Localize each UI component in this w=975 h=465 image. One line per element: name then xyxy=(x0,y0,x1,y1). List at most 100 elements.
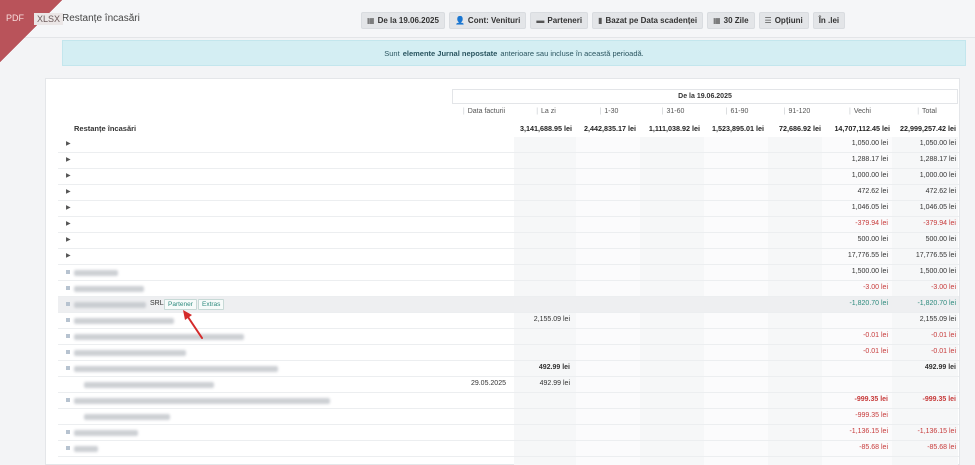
cell-current: 2,155.09 lei xyxy=(533,316,570,323)
table-row[interactable]: ▶ 1,046.05 lei 1,046.05 lei xyxy=(58,201,959,217)
table-row[interactable]: 492.99 lei 492.99 lei xyxy=(58,361,959,377)
banner-suffix: anterioare sau incluse în această perioa… xyxy=(500,48,644,58)
cell-invoice-date: 29.05.2025 xyxy=(470,380,506,387)
partners-filter-button[interactable]: ▬ Parteneri xyxy=(530,12,589,29)
table-row[interactable]: -3.00 lei -3.00 lei xyxy=(58,281,959,297)
total-91-120: 72,686.92 lei xyxy=(779,124,821,133)
cell-total: 1,000.00 lei xyxy=(919,172,956,179)
expand-caret-icon[interactable]: ▶ xyxy=(66,204,71,211)
row-bullet xyxy=(66,270,70,274)
table-row[interactable]: 1,500.00 lei 1,500.00 lei xyxy=(58,265,959,281)
total-61-90: 1,523,895.01 lei xyxy=(712,124,764,133)
redacted-partner-name xyxy=(74,446,98,452)
cell-older: 472.62 lei xyxy=(857,188,888,195)
table-row[interactable]: -999.35 lei xyxy=(58,409,959,425)
cell-older: 1,046.05 lei xyxy=(851,204,888,211)
cell-total: -3.00 lei xyxy=(931,284,956,291)
due-date-basis-button[interactable]: ▮ Bazat pe Data scadenței xyxy=(592,12,704,29)
calendar-icon: ▦ xyxy=(367,16,375,25)
col-header-1-30[interactable]: | 1-30 xyxy=(578,108,640,118)
expand-caret-icon[interactable]: ▶ xyxy=(66,140,71,147)
total-current: 3,141,688.95 lei xyxy=(520,124,572,133)
table-row[interactable]: 29.05.2025 492.99 lei xyxy=(58,377,959,393)
period-days-label: 30 Zile xyxy=(723,16,749,25)
table-row[interactable]: -1,136.15 lei -1,136.15 lei xyxy=(58,425,959,441)
cell-older: -0.01 lei xyxy=(863,348,888,355)
options-button[interactable]: ☰ Opțiuni xyxy=(758,12,809,29)
xlsx-button[interactable]: XLSX xyxy=(34,13,64,25)
unposted-entries-banner: Sunt elemente Jurnal nepostate anterioar… xyxy=(62,40,966,66)
row-bullet xyxy=(66,366,70,370)
table-row[interactable]: ▶ 17,776.55 lei 17,776.55 lei xyxy=(58,249,959,265)
row-bullet xyxy=(66,398,70,402)
col-header-current[interactable]: | La zi xyxy=(516,108,576,118)
col-header-91-120[interactable]: | 91-120 xyxy=(770,108,824,118)
cell-older: -999.35 lei xyxy=(855,412,888,419)
calendar-icon: ▦ xyxy=(713,16,721,25)
cell-total: 1,500.00 lei xyxy=(919,268,956,275)
expand-caret-icon[interactable]: ▶ xyxy=(66,188,71,195)
cell-older: -3.00 lei xyxy=(863,284,888,291)
expand-caret-icon[interactable]: ▶ xyxy=(66,156,71,163)
col-header-total[interactable]: | Total xyxy=(896,108,958,118)
extras-button[interactable]: Extras xyxy=(198,299,225,310)
table-row[interactable]: ▶ 500.00 lei 500.00 lei xyxy=(58,233,959,249)
cell-total: 1,050.00 lei xyxy=(919,140,956,147)
table-row[interactable]: -0.01 lei -0.01 lei xyxy=(58,345,959,361)
row-bullet xyxy=(66,430,70,434)
banner-link[interactable]: elemente Jurnal nepostate xyxy=(403,49,498,58)
expand-caret-icon[interactable]: ▶ xyxy=(66,252,71,259)
redacted-partner-name xyxy=(74,302,146,308)
expand-caret-icon[interactable]: ▶ xyxy=(66,172,71,179)
cell-older: 1,000.00 lei xyxy=(851,172,888,179)
redacted-partner-name xyxy=(74,398,330,404)
date-filter-label: De la 19.06.2025 xyxy=(377,16,439,25)
totals-label: Restanțe încasări xyxy=(74,124,137,133)
col-header-older[interactable]: | Vechi xyxy=(826,108,894,118)
currency-label: În .lei xyxy=(818,16,840,25)
table-row[interactable]: ▶ 1,288.17 lei 1,288.17 lei xyxy=(58,153,959,169)
account-filter-button[interactable]: 👤 Cont: Venituri xyxy=(448,12,527,29)
row-bullet xyxy=(66,318,70,322)
partner-button[interactable]: Partener xyxy=(164,299,197,310)
col-header-61-90[interactable]: | 61-90 xyxy=(706,108,768,118)
cell-total: 492.99 lei xyxy=(924,364,956,371)
cell-total: 500.00 lei xyxy=(925,236,956,243)
cell-older: 17,776.55 lei xyxy=(847,252,888,259)
cell-total: 17,776.55 lei xyxy=(915,252,956,259)
col-header-31-60[interactable]: | 31-60 xyxy=(642,108,704,118)
cell-total: 472.62 lei xyxy=(925,188,956,195)
table-row[interactable]: ▶ 1,000.00 lei 1,000.00 lei xyxy=(58,169,959,185)
folder-icon: ▬ xyxy=(536,16,545,25)
document-icon: ▮ xyxy=(598,16,603,25)
table-row[interactable]: ▶ 1,050.00 lei 1,050.00 lei xyxy=(58,137,959,153)
date-filter-button[interactable]: ▦ De la 19.06.2025 xyxy=(361,12,445,29)
cell-total: -0.01 lei xyxy=(931,332,956,339)
total-older: 14,707,112.45 lei xyxy=(834,124,890,133)
cell-older: 1,288.17 lei xyxy=(851,156,888,163)
cell-older: -0.01 lei xyxy=(863,332,888,339)
row-bullet xyxy=(66,350,70,354)
table-row[interactable]: -999.35 lei -999.35 lei xyxy=(58,393,959,409)
annotation-arrow-icon xyxy=(183,310,203,339)
sliders-icon: ☰ xyxy=(764,16,772,25)
expand-caret-icon[interactable]: ▶ xyxy=(66,236,71,243)
period-group-header: De la 19.06.2025 xyxy=(452,89,958,104)
cell-older: -85.68 lei xyxy=(859,444,888,451)
cell-current: 492.99 lei xyxy=(539,380,570,387)
table-row[interactable]: -85.68 lei -85.68 lei xyxy=(58,441,959,457)
col-header-invoice-date[interactable]: | Data facturii xyxy=(454,108,514,118)
total-all: 22,999,257.42 lei xyxy=(900,124,956,133)
cell-older: 1,050.00 lei xyxy=(851,140,888,147)
expand-caret-icon[interactable]: ▶ xyxy=(66,220,71,227)
table-row[interactable]: ▶ -379.94 lei -379.94 lei xyxy=(58,217,959,233)
redacted-partner-name xyxy=(74,286,144,292)
partners-filter-label: Parteneri xyxy=(547,16,583,25)
period-days-button[interactable]: ▦ 30 Zile xyxy=(707,12,755,29)
cell-total: 1,288.17 lei xyxy=(919,156,956,163)
table-row[interactable]: ▶ 472.62 lei 472.62 lei xyxy=(58,185,959,201)
total-1-30: 2,442,835.17 lei xyxy=(584,124,636,133)
pdf-button[interactable]: PDF xyxy=(6,13,24,23)
currency-button[interactable]: În .lei xyxy=(812,12,846,29)
user-icon: 👤 xyxy=(454,16,465,25)
